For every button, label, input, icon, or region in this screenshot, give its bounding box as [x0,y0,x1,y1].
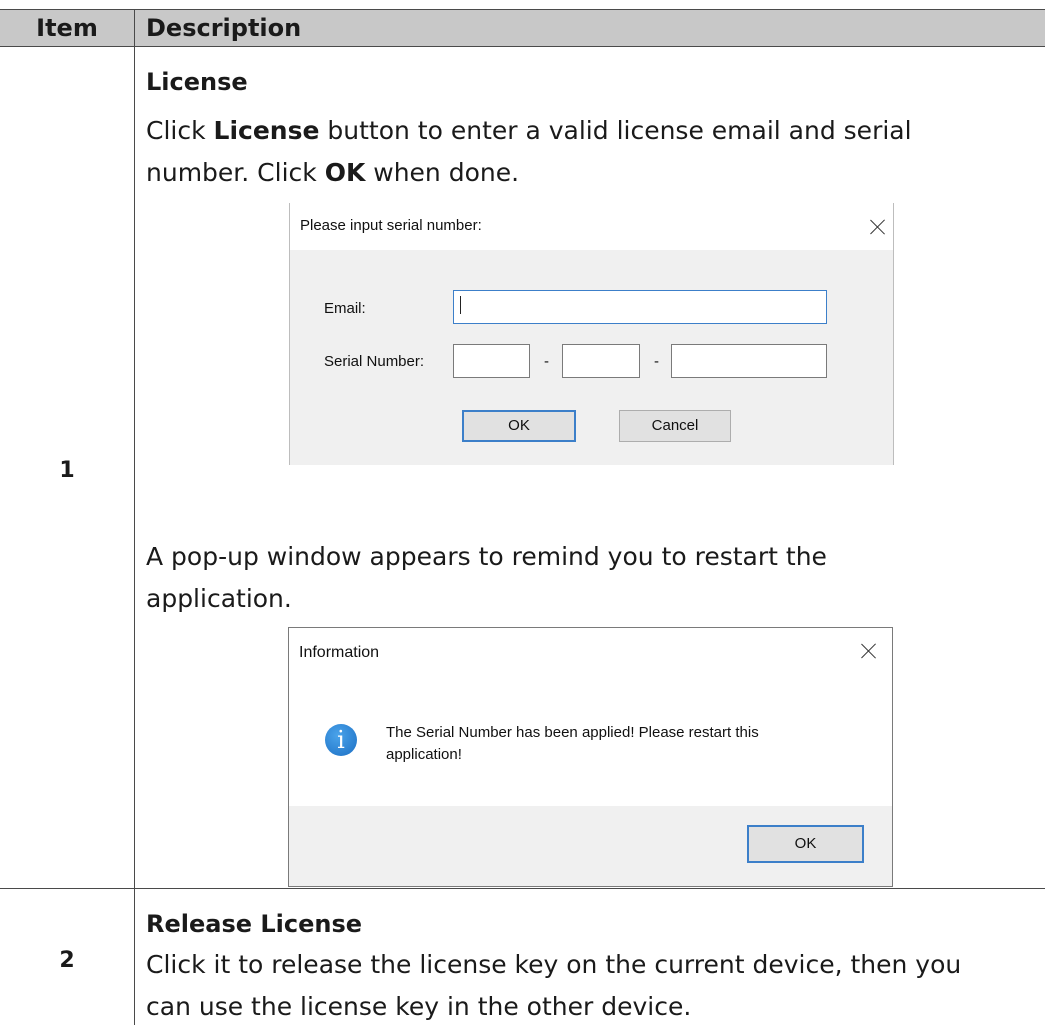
row-divider [0,888,1045,889]
separator-2: - [654,353,659,370]
cancel-button[interactable]: Cancel [619,410,731,442]
info-icon: i [325,724,357,756]
row-1-line-1-post: button to enter a valid license email an… [319,116,912,145]
separator-1: - [544,353,549,370]
row-1-item: 1 [59,458,75,483]
row-1-line-4: application. [146,584,292,613]
row-1-line-2-bold: OK [324,158,366,187]
serial-number-dialog: Please input serial number: Email: Seria… [289,203,894,465]
row-1-line-1-bold: License [213,116,320,145]
row-1-line-1-pre: Click [146,116,214,145]
email-label: Email: [324,300,366,317]
table-header: Item Description [0,9,1045,47]
text-caret [460,296,461,314]
serial-field-1[interactable] [453,344,530,378]
row-2-title: Release License [146,910,363,938]
message-line-2: application! [386,746,462,763]
dialog-footer: OK [289,806,892,886]
serial-field-2[interactable] [562,344,640,378]
close-icon[interactable] [870,219,886,235]
serial-field-3[interactable] [671,344,827,378]
information-dialog: Information i The Serial Number has been… [288,627,893,887]
header-description: Description [146,14,302,42]
serial-number-label: Serial Number: [324,353,425,370]
row-2-item: 2 [59,948,75,973]
email-field[interactable] [453,290,827,324]
ok-button[interactable]: OK [747,825,864,863]
dialog-title-bar: Please input serial number: [290,203,893,250]
row-1-line-2-post: when done. [365,158,520,187]
row-2-line-1: Click it to release the license key on t… [146,950,962,979]
row-1-line-2: number. Click OK when done. [146,154,519,191]
row-1-line-1: Click License button to enter a valid li… [146,112,912,149]
header-item: Item [36,14,98,42]
dialog-message: The Serial Number has been applied! Plea… [386,722,759,766]
row-1-line-2-pre: number. Click [146,158,325,187]
row-1-title: License [146,68,248,96]
row-2-line-2: can use the license key in the other dev… [146,992,692,1021]
message-line-1: The Serial Number has been applied! Plea… [386,724,759,741]
dialog-title: Information [299,644,380,661]
ok-button[interactable]: OK [462,410,576,442]
row-1-line-3: A pop-up window appears to remind you to… [146,542,827,571]
dialog-title: Please input serial number: [300,217,482,234]
column-divider [134,9,135,1025]
close-icon[interactable] [861,643,877,659]
